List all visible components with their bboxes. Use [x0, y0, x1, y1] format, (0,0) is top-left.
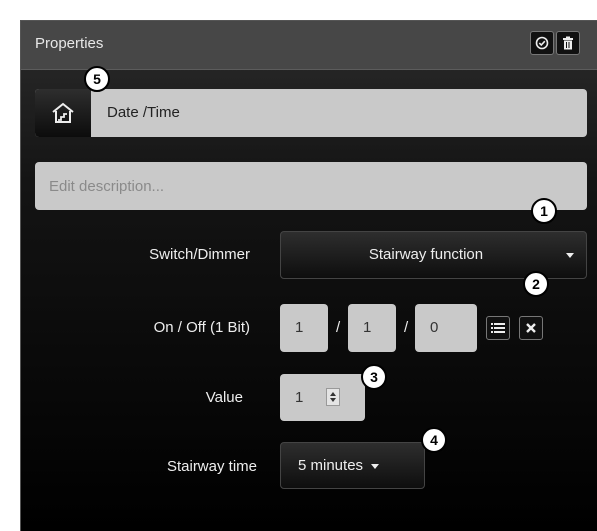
list-icon — [491, 323, 505, 333]
spinner-arrows-icon[interactable] — [326, 388, 340, 406]
main-group-field[interactable]: 1 — [280, 304, 328, 352]
check-circle-icon — [535, 36, 549, 50]
address-separator: / — [336, 319, 341, 336]
callout-badge: 2 — [523, 271, 549, 297]
stairway-time-value: 5 minutes — [298, 457, 364, 474]
address-clear-button[interactable] — [519, 316, 543, 340]
object-name: Date /Time — [107, 104, 180, 121]
address-separator: / — [404, 319, 409, 336]
description-input[interactable] — [35, 162, 587, 210]
main-group-value: 1 — [295, 319, 304, 336]
callout-badge: 4 — [421, 427, 447, 453]
callout-badge: 5 — [84, 66, 110, 92]
address-list-button[interactable] — [486, 316, 510, 340]
name-row: Date /Time — [35, 89, 587, 137]
callout-badge: 1 — [531, 198, 557, 224]
header-toolbar — [530, 31, 580, 55]
sub-group-field[interactable]: 0 — [415, 304, 477, 352]
trash-icon — [563, 36, 573, 50]
on-off-label: On / Off (1 Bit) — [153, 319, 250, 336]
chevron-down-icon — [566, 253, 574, 258]
value-number: 1 — [295, 389, 304, 406]
delete-button[interactable] — [556, 31, 580, 55]
callout-badge: 3 — [361, 364, 387, 390]
home-icon-button[interactable] — [35, 89, 91, 137]
middle-group-field[interactable]: 1 — [348, 304, 396, 352]
stairway-time-label: Stairway time — [166, 458, 257, 475]
value-label: Value — [205, 389, 243, 406]
chevron-down-icon — [371, 463, 380, 469]
middle-group-value: 1 — [363, 319, 372, 336]
panel-header: Properties — [21, 21, 597, 70]
sub-group-value: 0 — [430, 319, 439, 336]
function-dropdown-value: Stairway function — [368, 246, 484, 263]
confirm-button[interactable] — [530, 31, 554, 55]
close-icon — [526, 323, 536, 333]
stairway-home-icon — [52, 102, 74, 123]
properties-panel: Properties Date /Time Edit description..… — [20, 20, 597, 531]
spinner-arrows-graphic — [330, 392, 336, 402]
value-stepper[interactable]: 1 — [280, 374, 365, 421]
stairway-time-dropdown[interactable]: 5 minutes — [280, 442, 425, 489]
panel-title: Properties — [35, 35, 104, 52]
switch-dimmer-label: Switch/Dimmer — [149, 246, 250, 263]
